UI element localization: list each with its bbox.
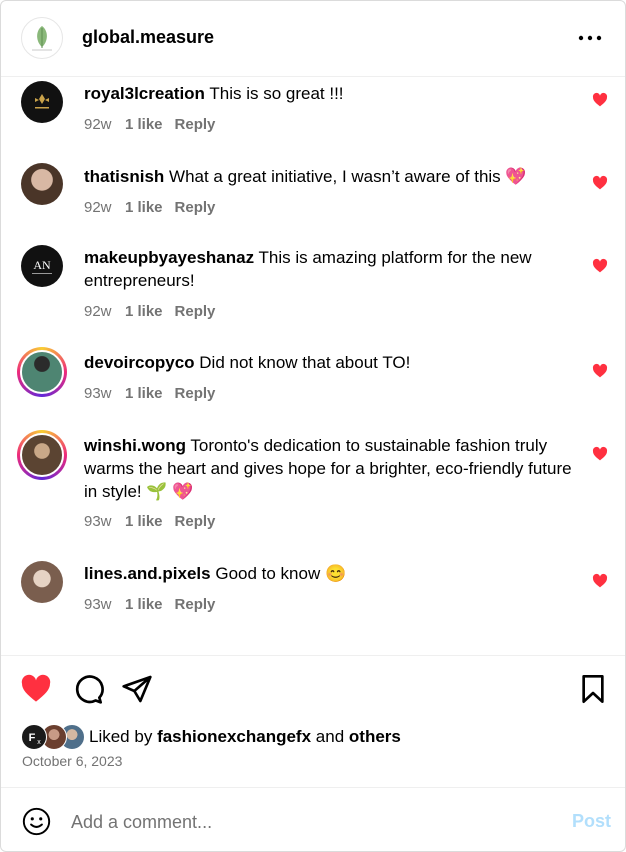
reply-button[interactable]: Reply bbox=[175, 303, 216, 320]
comment-like-button[interactable] bbox=[592, 573, 608, 589]
brand-logo-icon: F x bbox=[29, 732, 42, 746]
comment-likes[interactable]: 1 like bbox=[125, 116, 163, 133]
liked-by-connector: and bbox=[315, 727, 345, 746]
comment-meta: 92w 1 like Reply bbox=[84, 116, 215, 133]
comment-avatar-story[interactable] bbox=[17, 347, 67, 397]
heart-filled-icon bbox=[21, 674, 51, 702]
comment-message: Did not know that about TO! bbox=[199, 353, 411, 372]
brand-logo-icon bbox=[35, 94, 49, 109]
comment-time[interactable]: 92w bbox=[84, 116, 125, 133]
heart-filled-icon bbox=[592, 92, 608, 107]
comment-time[interactable]: 93w bbox=[84, 596, 125, 613]
svg-text:x: x bbox=[37, 739, 41, 746]
svg-text:F: F bbox=[29, 732, 36, 744]
reply-button[interactable]: Reply bbox=[175, 385, 216, 402]
account-avatar[interactable] bbox=[21, 17, 63, 59]
comment-time[interactable]: 92w bbox=[84, 303, 125, 320]
comment-username[interactable]: thatisnish bbox=[84, 167, 164, 186]
comment-text: royal3lcreation This is so great !!! bbox=[84, 82, 574, 105]
comment-username[interactable]: devoircopyco bbox=[84, 353, 195, 372]
reply-button[interactable]: Reply bbox=[175, 116, 216, 133]
comment-like-button[interactable] bbox=[592, 258, 608, 274]
comment-meta: 92w 1 like Reply bbox=[84, 303, 215, 320]
comment-icon bbox=[75, 675, 104, 704]
comment-username[interactable]: makeupbyayeshanaz bbox=[84, 248, 254, 267]
comment-like-button[interactable] bbox=[592, 175, 608, 191]
comment-message: This is so great !!! bbox=[209, 84, 344, 103]
comment-likes[interactable]: 1 like bbox=[125, 513, 163, 530]
reply-button[interactable]: Reply bbox=[175, 199, 216, 216]
divider bbox=[1, 655, 625, 656]
comment-text: devoircopyco Did not know that about TO! bbox=[84, 351, 574, 374]
comment-likes[interactable]: 1 like bbox=[125, 385, 163, 402]
divider bbox=[1, 787, 625, 788]
like-post-button[interactable] bbox=[20, 673, 52, 705]
heart-filled-icon bbox=[592, 363, 608, 378]
comment-like-button[interactable] bbox=[592, 92, 608, 108]
comments-list[interactable]: royal3lcreation This is so great !!! 92w… bbox=[1, 77, 625, 655]
comment-avatar[interactable]: AN bbox=[21, 245, 63, 287]
liked-by-others[interactable]: others bbox=[349, 727, 401, 746]
header-username[interactable]: global.measure bbox=[82, 27, 214, 48]
comment-meta: 92w 1 like Reply bbox=[84, 199, 215, 216]
liked-by-user[interactable]: fashionexchangefx bbox=[157, 727, 311, 746]
emoji-button[interactable] bbox=[22, 807, 51, 836]
liked-by-text: Liked by fashionexchangefx and others bbox=[89, 727, 401, 747]
liked-by-row: F x Liked by fashionexchangefx and other… bbox=[21, 723, 401, 751]
more-options-button[interactable] bbox=[577, 23, 603, 53]
comment-time[interactable]: 93w bbox=[84, 513, 125, 530]
comment-button[interactable] bbox=[72, 673, 104, 705]
reply-button[interactable]: Reply bbox=[175, 596, 216, 613]
comment-input[interactable] bbox=[71, 807, 541, 837]
comment-like-button[interactable] bbox=[592, 446, 608, 462]
comment-username[interactable]: lines.and.pixels bbox=[84, 564, 211, 583]
comment-username[interactable]: winshi.wong bbox=[84, 436, 186, 455]
heart-filled-icon bbox=[592, 175, 608, 190]
post-comments-panel: global.measure royal3lcreation This is s bbox=[0, 0, 626, 852]
emoji-icon bbox=[22, 807, 51, 836]
share-button[interactable] bbox=[121, 673, 153, 705]
svg-text:AN: AN bbox=[33, 258, 51, 272]
comment-text: lines.and.pixels Good to know 😊 bbox=[84, 562, 574, 585]
post-date[interactable]: October 6, 2023 bbox=[22, 753, 122, 769]
comment-message: Good to know 😊 bbox=[215, 564, 347, 583]
heart-filled-icon bbox=[592, 446, 608, 461]
comment-time[interactable]: 93w bbox=[84, 385, 125, 402]
leaf-logo-icon bbox=[32, 26, 52, 51]
comment-avatar[interactable] bbox=[21, 561, 63, 603]
comment-avatar-story[interactable] bbox=[17, 430, 67, 480]
comment-text: makeupbyayeshanaz This is amazing platfo… bbox=[84, 246, 574, 292]
liker-avatar: F x bbox=[21, 724, 47, 750]
comment-likes[interactable]: 1 like bbox=[125, 596, 163, 613]
reply-button[interactable]: Reply bbox=[175, 513, 216, 530]
more-horizontal-icon bbox=[578, 35, 602, 41]
liked-by-avatars[interactable]: F x bbox=[21, 724, 87, 750]
comment-avatar[interactable] bbox=[21, 163, 63, 205]
heart-filled-icon bbox=[592, 258, 608, 273]
comment-likes[interactable]: 1 like bbox=[125, 199, 163, 216]
send-icon bbox=[122, 675, 152, 703]
heart-filled-icon bbox=[592, 573, 608, 588]
monogram-logo-icon: AN bbox=[32, 258, 52, 274]
comment-meta: 93w 1 like Reply bbox=[84, 385, 215, 402]
comment-message: What a great initiative, I wasn’t aware … bbox=[169, 167, 527, 186]
liked-by-prefix: Liked by bbox=[89, 727, 153, 746]
comment-text: thatisnish What a great initiative, I wa… bbox=[84, 165, 574, 188]
comment-avatar[interactable] bbox=[21, 81, 63, 123]
save-button[interactable] bbox=[577, 673, 609, 705]
comment-like-button[interactable] bbox=[592, 363, 608, 379]
comment-username[interactable]: royal3lcreation bbox=[84, 84, 205, 103]
post-comment-button[interactable]: Post bbox=[572, 811, 611, 832]
bookmark-icon bbox=[582, 675, 604, 703]
comment-meta: 93w 1 like Reply bbox=[84, 596, 215, 613]
post-header: global.measure bbox=[1, 1, 625, 77]
comment-likes[interactable]: 1 like bbox=[125, 303, 163, 320]
comment-meta: 93w 1 like Reply bbox=[84, 513, 215, 530]
comment-time[interactable]: 92w bbox=[84, 199, 125, 216]
comment-text: winshi.wong Toronto's dedication to sust… bbox=[84, 434, 574, 503]
